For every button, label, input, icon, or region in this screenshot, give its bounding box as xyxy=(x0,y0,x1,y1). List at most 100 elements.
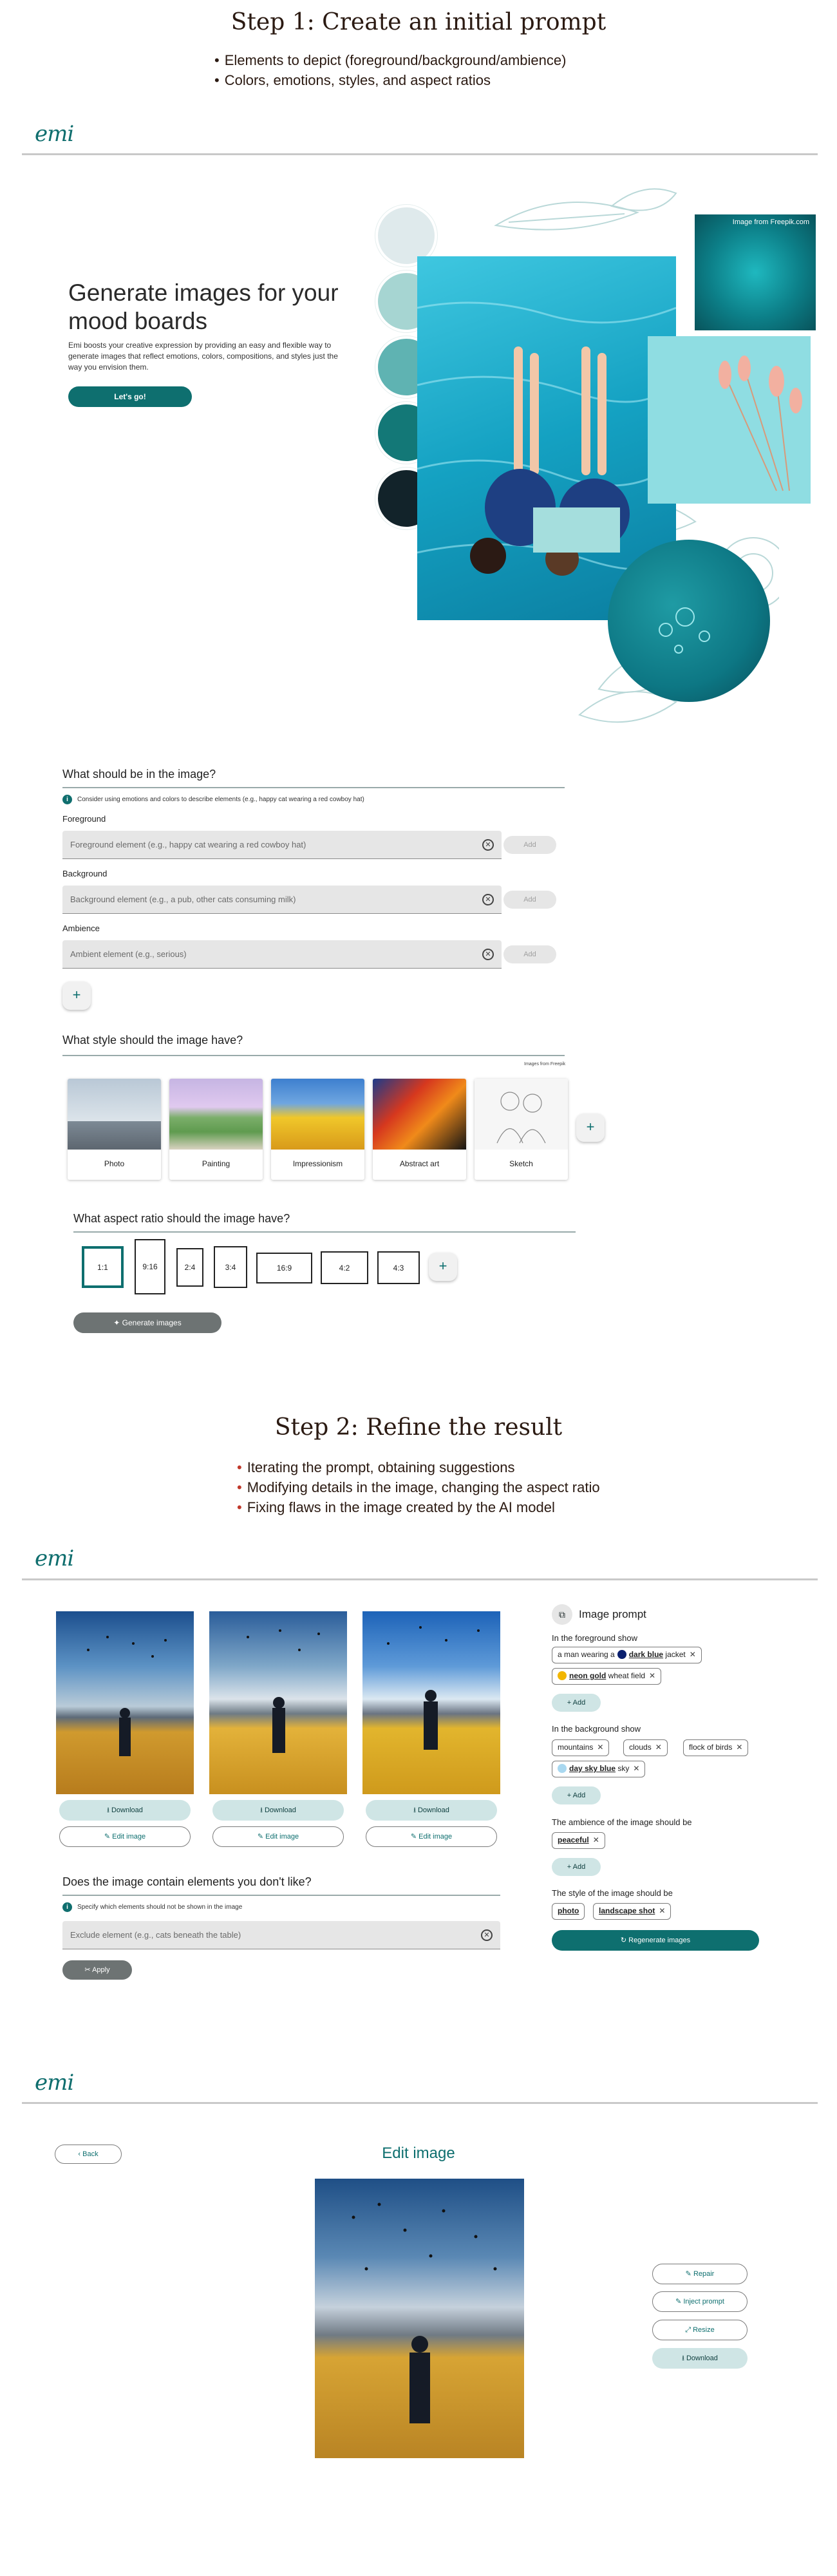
edit-image-canvas[interactable] xyxy=(315,2179,524,2458)
step2-bullets: Iterating the prompt, obtaining suggesti… xyxy=(237,1457,600,1517)
download-button[interactable]: ⭳ Download xyxy=(59,1800,191,1821)
generate-images-button[interactable]: ✦ Generate images xyxy=(73,1312,221,1333)
ratio-option-3-4[interactable]: 3:4 xyxy=(214,1246,247,1288)
ambience-input[interactable]: Ambient element (e.g., serious) ✕ xyxy=(62,940,502,969)
bubbles-photo xyxy=(608,540,770,702)
style-card-photo[interactable]: Photo xyxy=(68,1079,161,1180)
ratio-option-1-1[interactable]: 1:1 xyxy=(82,1246,124,1288)
ratio-option-4-2[interactable]: 4:2 xyxy=(321,1251,368,1284)
prompt-hint: i Consider using emotions and colors to d… xyxy=(62,795,364,804)
remove-icon[interactable]: ✕ xyxy=(593,1835,599,1844)
step1-bullet: Elements to depict (foreground/backgroun… xyxy=(214,50,567,70)
prompt-chip[interactable]: mountains ✕ xyxy=(552,1739,610,1756)
background-input[interactable]: Background element (e.g., a pub, other c… xyxy=(62,886,502,914)
app-logo[interactable]: emi xyxy=(35,121,74,147)
clear-icon[interactable]: ✕ xyxy=(482,894,494,905)
inject-prompt-button[interactable]: ✎ Inject prompt xyxy=(652,2291,748,2312)
ratio-option-4-3[interactable]: 4:3 xyxy=(377,1251,420,1284)
edit-image-button[interactable]: ✎ Edit image xyxy=(212,1826,344,1847)
pencil-icon: ✎ xyxy=(104,1833,113,1841)
style-card-sketch[interactable]: Sketch xyxy=(475,1079,568,1180)
style-label: Painting xyxy=(202,1159,230,1168)
clear-icon[interactable]: ✕ xyxy=(482,949,494,960)
add-ambience-button[interactable]: + Add xyxy=(552,1858,601,1876)
step2-bullet: Iterating the prompt, obtaining suggesti… xyxy=(237,1457,600,1477)
header-divider xyxy=(22,1578,818,1580)
ratio-option-9-16[interactable]: 9:16 xyxy=(135,1239,165,1294)
prompt-chip[interactable]: clouds ✕ xyxy=(623,1739,668,1756)
add-background-button[interactable]: Add xyxy=(503,891,556,909)
add-style-button[interactable]: + xyxy=(576,1113,605,1142)
exclude-input[interactable]: Exclude element (e.g., cats beneath the … xyxy=(62,1921,500,1949)
download-icon: ⭳ xyxy=(682,2354,686,2362)
style-card-impressionism[interactable]: Impressionism xyxy=(271,1079,364,1180)
water-drops-photo: Image from Freepik.com xyxy=(695,214,816,330)
exclude-section-title: Does the image contain elements you don'… xyxy=(62,1875,312,1888)
prompt-chip[interactable]: a man wearing a dark blue jacket ✕ xyxy=(552,1647,702,1663)
style-label: Sketch xyxy=(509,1159,533,1168)
style-label: Impressionism xyxy=(292,1159,343,1168)
download-button[interactable]: ⭳ Download xyxy=(366,1800,497,1821)
prompt-chip[interactable]: photo xyxy=(552,1903,585,1920)
prompt-chip[interactable]: landscape shot ✕ xyxy=(593,1903,672,1920)
resize-button[interactable]: ⤢ Resize xyxy=(652,2320,748,2340)
remove-icon[interactable]: ✕ xyxy=(597,1743,603,1752)
prompt-panel-title: Image prompt xyxy=(579,1608,646,1620)
color-dot xyxy=(558,1764,567,1773)
background-label: In the background show xyxy=(552,1724,641,1734)
prompt-chip[interactable]: day sky blue sky ✕ xyxy=(552,1761,646,1777)
regenerate-images-button[interactable]: ↻ Regenerate images xyxy=(552,1930,759,1951)
header-divider xyxy=(22,153,818,155)
download-button[interactable]: ⭳ Download xyxy=(652,2348,748,2369)
prompt-chip[interactable]: neon gold wheat field ✕ xyxy=(552,1668,662,1685)
result-image[interactable] xyxy=(362,1611,500,1794)
lets-go-button[interactable]: Let's go! xyxy=(68,386,192,407)
remove-icon[interactable]: ✕ xyxy=(690,1650,696,1659)
style-card-painting[interactable]: Painting xyxy=(169,1079,263,1180)
remove-icon[interactable]: ✕ xyxy=(659,1906,665,1915)
ratio-option-2-4[interactable]: 2:4 xyxy=(176,1248,203,1287)
info-icon: i xyxy=(62,1902,72,1912)
foreground-label: In the foreground show xyxy=(552,1633,637,1643)
background-label: Background xyxy=(62,869,108,878)
download-button[interactable]: ⭳ Download xyxy=(212,1800,344,1821)
add-background-button[interactable]: + Add xyxy=(552,1786,601,1804)
magic-wand-icon: ✂ xyxy=(84,1966,93,1974)
plus-icon: + xyxy=(567,1699,573,1707)
foreground-input[interactable]: Foreground element (e.g., happy cat wear… xyxy=(62,831,502,859)
style-card-abstract-art[interactable]: Abstract art xyxy=(373,1079,466,1180)
remove-icon[interactable]: ✕ xyxy=(633,1764,639,1773)
app-logo[interactable]: emi xyxy=(35,2070,74,2096)
add-foreground-button[interactable]: + Add xyxy=(552,1694,601,1712)
refresh-icon: ↻ xyxy=(620,1937,629,1944)
repair-button[interactable]: ✎ Repair xyxy=(652,2264,748,2284)
edit-page-title: Edit image xyxy=(382,2145,455,2162)
edit-image-button[interactable]: ✎ Edit image xyxy=(59,1826,191,1847)
add-ambience-button[interactable]: Add xyxy=(503,945,556,963)
copy-icon[interactable]: ⧉ xyxy=(552,1604,572,1625)
result-image[interactable] xyxy=(209,1611,347,1794)
clear-icon[interactable]: ✕ xyxy=(482,839,494,851)
ambience-label: The ambience of the image should be xyxy=(552,1817,692,1827)
add-ratio-button[interactable]: + xyxy=(429,1253,457,1281)
prompt-chip[interactable]: flock of birds ✕ xyxy=(683,1739,749,1756)
edit-image-button[interactable]: ✎ Edit image xyxy=(366,1826,497,1847)
remove-icon[interactable]: ✕ xyxy=(736,1743,742,1752)
add-element-button[interactable]: + xyxy=(62,981,91,1010)
apply-button[interactable]: ✂ Apply xyxy=(62,1960,132,1980)
prompt-section-title: What should be in the image? xyxy=(62,768,216,781)
image-credit: Image from Freepik.com xyxy=(732,218,809,226)
ambience-label: Ambience xyxy=(62,923,100,933)
step1-bullets: Elements to depict (foreground/backgroun… xyxy=(214,50,567,90)
add-foreground-button[interactable]: Add xyxy=(503,836,556,854)
clear-icon[interactable]: ✕ xyxy=(481,1929,493,1941)
app-logo[interactable]: emi xyxy=(35,1546,74,1571)
remove-icon[interactable]: ✕ xyxy=(655,1743,662,1752)
exclude-hint: i Specify which elements should not be sh… xyxy=(62,1902,242,1912)
prompt-chip[interactable]: peaceful ✕ xyxy=(552,1832,605,1849)
ratio-option-16-9[interactable]: 16:9 xyxy=(256,1253,312,1283)
download-icon: ⭳ xyxy=(260,1806,265,1814)
style-section-title: What style should the image have? xyxy=(62,1034,243,1046)
result-image[interactable] xyxy=(56,1611,194,1794)
remove-icon[interactable]: ✕ xyxy=(649,1671,655,1680)
